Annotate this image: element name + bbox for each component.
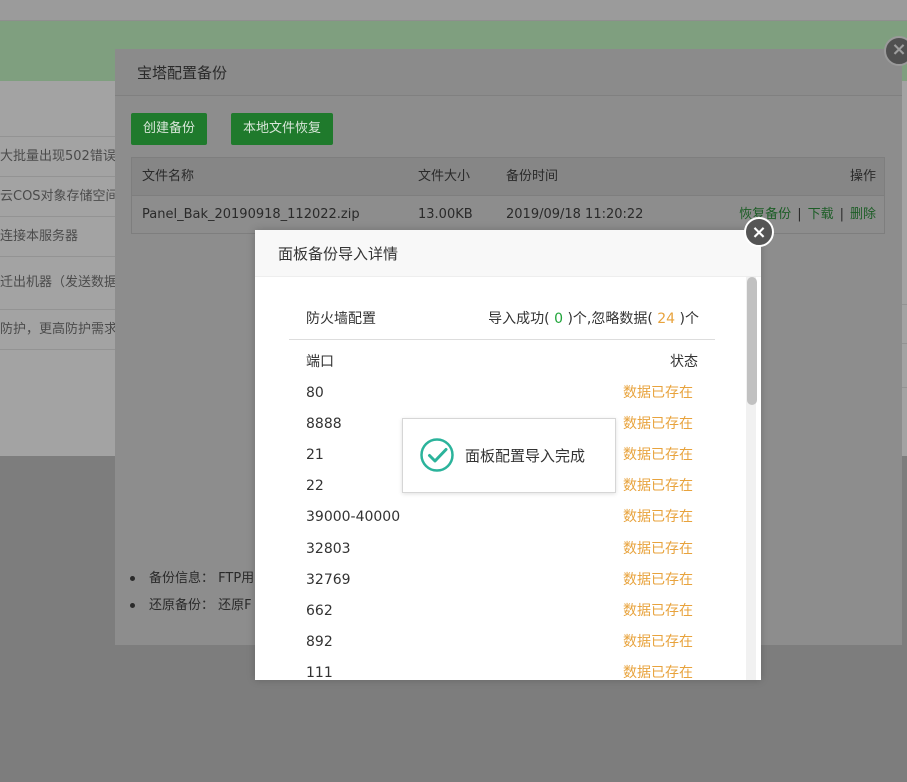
- summary-prefix: 导入成功(: [488, 311, 550, 327]
- status-value: 数据已存在: [623, 416, 693, 432]
- restore-local-file-button[interactable]: 本地文件恢复: [231, 113, 334, 145]
- success-count: 0: [549, 311, 568, 327]
- status-value: 数据已存在: [623, 634, 693, 650]
- background-list-item: 防护，更高防护需求: [0, 309, 120, 349]
- port-value: 662: [306, 603, 333, 619]
- column-header-port: 端口: [306, 354, 334, 370]
- backup-info-text: 备份信息： FTP用: [149, 571, 255, 586]
- background-top-bar: [0, 0, 907, 21]
- action-separator: |: [797, 207, 802, 222]
- port-value: 80: [306, 385, 324, 401]
- status-value: 数据已存在: [623, 572, 693, 588]
- backup-time: 2019/09/18 11:20:22: [506, 207, 644, 222]
- delete-link[interactable]: 删除: [850, 207, 876, 222]
- port-value: 111: [306, 665, 333, 680]
- success-toast: 面板配置导入完成: [402, 418, 616, 493]
- backup-info-line: 备份信息： FTP用: [130, 567, 254, 586]
- import-summary: 导入成功( 0 )个,忽略数据( 24 )个: [488, 311, 699, 327]
- background-list: 大批量出现502错误! 云COS对象存储空间 连接本服务器 迁出机器（发送数据 …: [0, 98, 120, 364]
- table-row: 32769 数据已存在: [306, 565, 698, 596]
- backup-table-header: 文件名称 文件大小 备份时间 操作: [132, 158, 884, 196]
- status-value: 数据已存在: [623, 509, 693, 525]
- import-dialog-title: 面板备份导入详情: [255, 230, 761, 277]
- status-value: 数据已存在: [623, 478, 693, 494]
- summary-middle: )个,忽略数据(: [567, 311, 653, 327]
- status-value: 数据已存在: [623, 665, 693, 680]
- table-row: 39000-40000 数据已存在: [306, 502, 698, 533]
- table-row: 111 数据已存在: [306, 658, 698, 680]
- backup-file-name: Panel_Bak_20190918_112022.zip: [142, 207, 360, 222]
- port-value: 8888: [306, 416, 342, 432]
- background-list-item: 迁出机器（发送数据: [0, 256, 120, 309]
- close-icon[interactable]: ×: [884, 36, 907, 66]
- create-backup-button[interactable]: 创建备份: [131, 113, 208, 145]
- port-value: 39000-40000: [306, 509, 401, 525]
- port-value: 32803: [306, 541, 351, 557]
- column-header-name: 文件名称: [142, 169, 195, 184]
- backup-dialog-title: 宝塔配置备份: [115, 49, 902, 96]
- table-row: 80 数据已存在: [306, 378, 698, 409]
- port-value: 32769: [306, 572, 351, 588]
- restore-info-text: 还原备份： 还原F: [149, 598, 252, 613]
- background-divider: [0, 349, 120, 364]
- column-header-ops: 操作: [849, 169, 876, 184]
- port-table-header: 端口 状态: [306, 347, 698, 378]
- backup-file-size: 13.00KB: [418, 207, 473, 222]
- restore-info-line: 还原备份： 还原F: [130, 594, 252, 613]
- column-header-time: 备份时间: [506, 169, 559, 184]
- column-header-size: 文件大小: [418, 169, 471, 184]
- status-value: 数据已存在: [623, 541, 693, 557]
- port-value: 21: [306, 447, 324, 463]
- section-title: 防火墙配置: [306, 311, 376, 327]
- background-list-item: 连接本服务器: [0, 216, 120, 256]
- table-row: 892 数据已存在: [306, 627, 698, 658]
- port-value: 892: [306, 634, 333, 650]
- column-header-status: 状态: [670, 354, 698, 370]
- bullet-icon: [130, 603, 135, 608]
- section-header: 防火墙配置 导入成功( 0 )个,忽略数据( 24 )个: [289, 277, 715, 340]
- scrollbar-thumb[interactable]: [747, 277, 757, 405]
- summary-suffix: )个: [679, 311, 699, 327]
- background-list-item: 云COS对象存储空间: [0, 176, 120, 216]
- bullet-icon: [130, 576, 135, 581]
- table-row: 662 数据已存在: [306, 596, 698, 627]
- status-value: 数据已存在: [623, 385, 693, 401]
- status-value: 数据已存在: [623, 447, 693, 463]
- ignored-count: 24: [652, 311, 680, 327]
- status-value: 数据已存在: [623, 603, 693, 619]
- table-row: 32803 数据已存在: [306, 534, 698, 565]
- port-value: 22: [306, 478, 324, 494]
- check-circle-icon: [420, 438, 454, 472]
- toast-message: 面板配置导入完成: [465, 447, 586, 465]
- background-list-item: 大批量出现502错误!: [0, 136, 120, 176]
- backup-table: 文件名称 文件大小 备份时间 操作 Panel_Bak_20190918_112…: [131, 157, 885, 234]
- close-icon[interactable]: ×: [744, 217, 774, 247]
- action-separator: |: [839, 207, 844, 222]
- download-link[interactable]: 下载: [808, 207, 834, 222]
